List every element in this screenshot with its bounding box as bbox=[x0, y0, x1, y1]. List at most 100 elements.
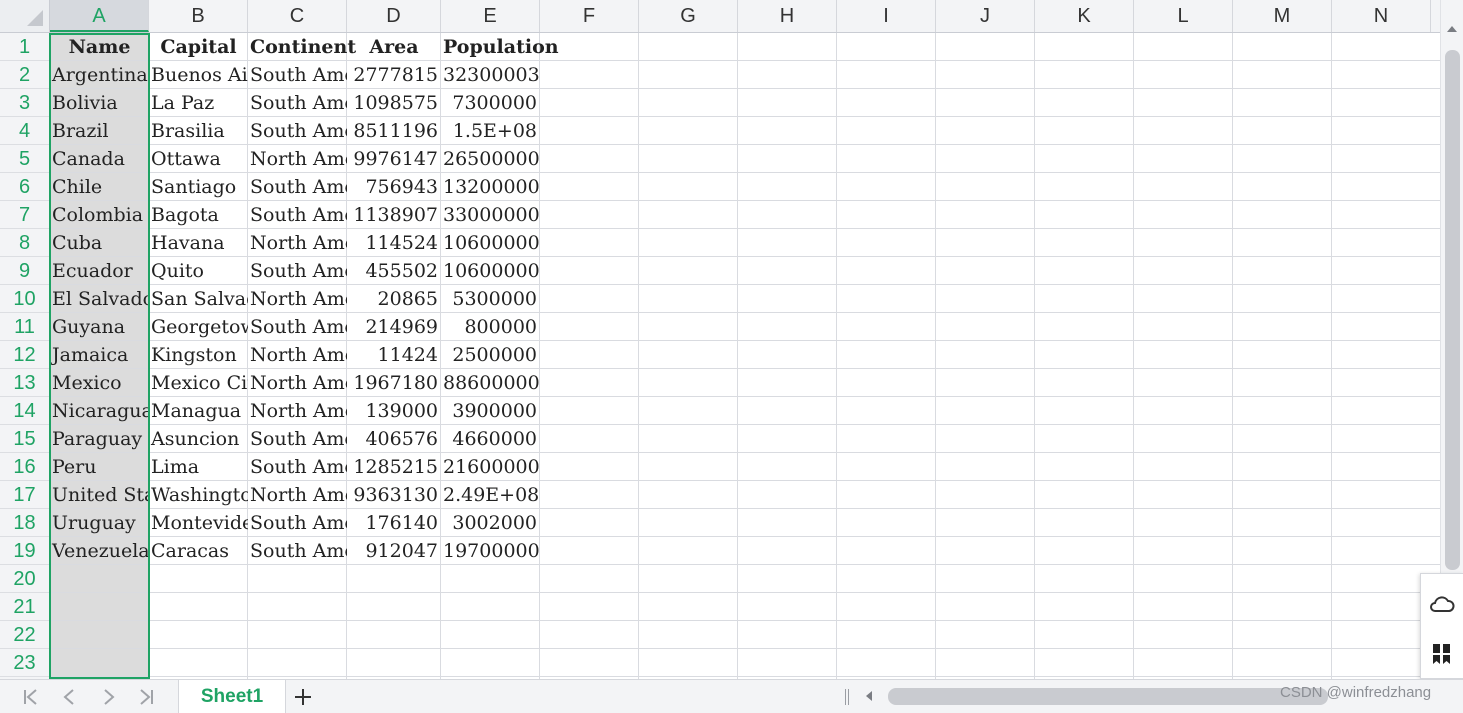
table-cell[interactable]: 33000000 bbox=[441, 201, 540, 229]
table-cell[interactable]: 13200000 bbox=[441, 173, 540, 201]
table-cell[interactable]: 10600000 bbox=[441, 257, 540, 285]
table-cell[interactable]: 7300000 bbox=[441, 89, 540, 117]
vertical-scroll-thumb[interactable] bbox=[1445, 50, 1460, 570]
header-cell-name[interactable]: Name bbox=[50, 33, 149, 61]
table-cell[interactable]: Brasilia bbox=[149, 117, 248, 145]
table-cell[interactable]: North America bbox=[248, 397, 347, 425]
table-cell[interactable]: 32300003 bbox=[441, 61, 540, 89]
table-cell[interactable]: North America bbox=[248, 229, 347, 257]
table-cell[interactable]: Colombia bbox=[50, 201, 149, 229]
table-cell[interactable]: North America bbox=[248, 369, 347, 397]
table-cell[interactable]: 1967180 bbox=[347, 369, 441, 397]
table-cell[interactable]: Bagota bbox=[149, 201, 248, 229]
row-header-23[interactable]: 23 bbox=[0, 649, 49, 677]
table-cell[interactable]: North America bbox=[248, 145, 347, 173]
table-cell[interactable]: Nicaragua bbox=[50, 397, 149, 425]
first-sheet-icon[interactable] bbox=[16, 682, 46, 712]
table-cell[interactable]: 139000 bbox=[347, 397, 441, 425]
table-cell[interactable]: 88600000 bbox=[441, 369, 540, 397]
cloud-icon[interactable] bbox=[1421, 578, 1463, 630]
row-header-15[interactable]: 15 bbox=[0, 425, 49, 453]
table-cell[interactable]: Caracas bbox=[149, 537, 248, 565]
column-header-f[interactable]: F bbox=[540, 0, 639, 32]
table-cell[interactable]: Lima bbox=[149, 453, 248, 481]
row-header-7[interactable]: 7 bbox=[0, 201, 49, 229]
table-cell[interactable]: Brazil bbox=[50, 117, 149, 145]
table-cell[interactable]: 2500000 bbox=[441, 341, 540, 369]
row-header-9[interactable]: 9 bbox=[0, 257, 49, 285]
prev-sheet-icon[interactable] bbox=[54, 682, 84, 712]
row-header-13[interactable]: 13 bbox=[0, 369, 49, 397]
table-cell[interactable]: South America bbox=[248, 61, 347, 89]
table-cell[interactable]: 8511196 bbox=[347, 117, 441, 145]
table-cell[interactable]: Montevideo bbox=[149, 509, 248, 537]
row-header-14[interactable]: 14 bbox=[0, 397, 49, 425]
table-cell[interactable]: South America bbox=[248, 117, 347, 145]
column-header-l[interactable]: L bbox=[1134, 0, 1233, 32]
last-sheet-icon[interactable] bbox=[131, 682, 161, 712]
header-cell-capital[interactable]: Capital bbox=[149, 33, 248, 61]
table-cell[interactable]: Chile bbox=[50, 173, 149, 201]
column-header-h[interactable]: H bbox=[738, 0, 837, 32]
table-cell[interactable]: Peru bbox=[50, 453, 149, 481]
table-cell[interactable]: 9976147 bbox=[347, 145, 441, 173]
table-cell[interactable]: South America bbox=[248, 257, 347, 285]
table-cell[interactable]: 1098575 bbox=[347, 89, 441, 117]
table-cell[interactable]: South America bbox=[248, 201, 347, 229]
table-cell[interactable]: 26500000 bbox=[441, 145, 540, 173]
column-header-b[interactable]: B bbox=[149, 0, 248, 32]
table-cell[interactable]: South America bbox=[248, 425, 347, 453]
row-header-3[interactable]: 3 bbox=[0, 89, 49, 117]
table-cell[interactable]: 176140 bbox=[347, 509, 441, 537]
column-header-d[interactable]: D bbox=[347, 0, 441, 32]
table-cell[interactable]: 4660000 bbox=[441, 425, 540, 453]
row-header-12[interactable]: 12 bbox=[0, 341, 49, 369]
row-header-6[interactable]: 6 bbox=[0, 173, 49, 201]
table-cell[interactable]: Uruguay bbox=[50, 509, 149, 537]
table-cell[interactable]: 912047 bbox=[347, 537, 441, 565]
table-cell[interactable]: Venezuela bbox=[50, 537, 149, 565]
table-cell[interactable]: 2.49E+08 bbox=[441, 481, 540, 509]
table-cell[interactable]: 2777815 bbox=[347, 61, 441, 89]
table-cell[interactable]: Georgetown bbox=[149, 313, 248, 341]
header-cell-area[interactable]: Area bbox=[347, 33, 441, 61]
table-cell[interactable]: El Salvador bbox=[50, 285, 149, 313]
tab-sheet1[interactable]: Sheet1 bbox=[178, 680, 286, 713]
column-header-j[interactable]: J bbox=[936, 0, 1035, 32]
table-cell[interactable]: Havana bbox=[149, 229, 248, 257]
table-cell[interactable]: 455502 bbox=[347, 257, 441, 285]
split-handle[interactable] bbox=[845, 689, 849, 705]
table-cell[interactable]: Quito bbox=[149, 257, 248, 285]
table-cell[interactable]: 214969 bbox=[347, 313, 441, 341]
table-cell[interactable]: 3002000 bbox=[441, 509, 540, 537]
table-cell[interactable]: Asuncion bbox=[149, 425, 248, 453]
table-cell[interactable]: Ottawa bbox=[149, 145, 248, 173]
table-cell[interactable]: Santiago bbox=[149, 173, 248, 201]
table-cell[interactable]: Managua bbox=[149, 397, 248, 425]
table-cell[interactable]: 21600000 bbox=[441, 453, 540, 481]
select-all-corner[interactable] bbox=[0, 0, 50, 33]
header-cell-continent[interactable]: Continent bbox=[248, 33, 356, 61]
column-header-m[interactable]: M bbox=[1233, 0, 1332, 32]
table-cell[interactable]: 1285215 bbox=[347, 453, 441, 481]
table-cell[interactable]: Cuba bbox=[50, 229, 149, 257]
table-cell[interactable]: North America bbox=[248, 285, 347, 313]
table-cell[interactable]: South America bbox=[248, 453, 347, 481]
row-header-1[interactable]: 1 bbox=[0, 33, 49, 61]
table-cell[interactable]: 406576 bbox=[347, 425, 441, 453]
header-cell-population[interactable]: Population bbox=[441, 33, 559, 61]
table-cell[interactable]: South America bbox=[248, 173, 347, 201]
table-cell[interactable]: 11424 bbox=[347, 341, 441, 369]
table-cell[interactable]: 1138907 bbox=[347, 201, 441, 229]
table-cell[interactable]: Paraguay bbox=[50, 425, 149, 453]
table-cell[interactable]: South America bbox=[248, 537, 347, 565]
column-header-c[interactable]: C bbox=[248, 0, 347, 32]
table-cell[interactable]: Mexico City bbox=[149, 369, 248, 397]
table-cell[interactable]: 19700000 bbox=[441, 537, 540, 565]
scroll-up-icon[interactable] bbox=[1447, 26, 1457, 32]
row-header-5[interactable]: 5 bbox=[0, 145, 49, 173]
table-cell[interactable]: 20865 bbox=[347, 285, 441, 313]
table-cell[interactable]: 10600000 bbox=[441, 229, 540, 257]
table-cell[interactable]: 9363130 bbox=[347, 481, 441, 509]
column-header-a[interactable]: A bbox=[50, 0, 149, 32]
